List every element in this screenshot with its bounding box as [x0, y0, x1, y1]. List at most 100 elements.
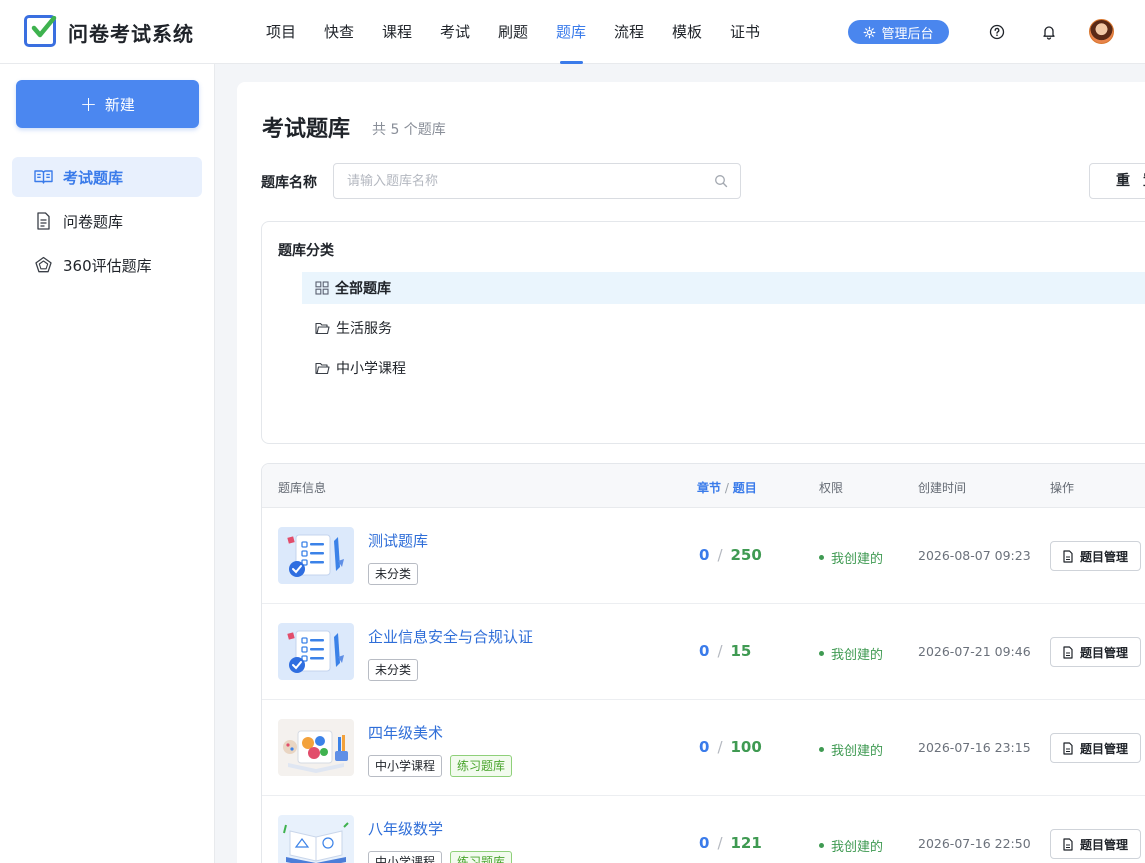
- header-action: 操作: [1050, 481, 1075, 495]
- category-panel: 题库分类 全部题库 生活服务 中小学课程: [261, 221, 1145, 444]
- nav-item[interactable]: 流程: [600, 0, 658, 64]
- reset-button[interactable]: 重 置: [1089, 163, 1145, 199]
- nav-item[interactable]: 课程: [368, 0, 426, 64]
- manage-questions-button[interactable]: 题目管理: [1050, 829, 1141, 859]
- bank-tag: 练习题库: [450, 755, 513, 777]
- category-item-life-service[interactable]: 生活服务: [302, 312, 1145, 344]
- sidebar: + 新建 考试题库 问卷题库 360评估题库: [0, 64, 215, 863]
- bank-thumbnail: [278, 815, 354, 863]
- chapter-count: 0: [699, 546, 710, 564]
- admin-console-button[interactable]: 管理后台: [848, 20, 949, 44]
- filter-label: 题库名称: [261, 175, 317, 191]
- permission-label: 我创建的: [831, 648, 884, 663]
- created-time: 2026-07-16 22:50: [918, 836, 1031, 851]
- table-row: 四年级美术中小学课程 练习题库 0 / 100 我创建的 2026-07-16 23:15 题…: [262, 700, 1145, 796]
- category-item-all[interactable]: 全部题库: [302, 272, 1145, 304]
- permission-label: 我创建的: [831, 744, 884, 759]
- bank-tag: 未分类: [368, 659, 419, 681]
- nav-item[interactable]: 模板: [658, 0, 716, 64]
- nav-item[interactable]: 考试: [426, 0, 484, 64]
- chapter-question-count: 0 / 121: [699, 834, 762, 852]
- document-icon: [1063, 549, 1073, 563]
- sidebar-item-label: 360评估题库: [63, 256, 152, 275]
- page-title: 考试题库: [262, 117, 351, 142]
- status-dot-icon: [819, 651, 824, 656]
- table-row: 测试题库 未分类 0 / 250 我创建的 2026-08-07 09:23 题目管理: [262, 508, 1145, 604]
- category-label: 生活服务: [336, 321, 392, 337]
- header-permission: 权限: [819, 481, 844, 495]
- plus-icon: +: [80, 92, 97, 116]
- bank-tag: 中小学课程: [368, 851, 443, 863]
- search-icon[interactable]: [714, 174, 728, 188]
- bank-tag: 中小学课程: [368, 755, 443, 777]
- question-count: 100: [730, 738, 762, 756]
- nav-item[interactable]: 证书: [716, 0, 774, 64]
- status-dot-icon: [819, 747, 824, 752]
- main-card: 考试题库 共 5 个题库 题库名称 重 置 题库分类 全部题库 生活服务 中小学…: [237, 82, 1145, 863]
- question-count: 15: [730, 642, 752, 660]
- manage-questions-button[interactable]: 题目管理: [1050, 733, 1141, 763]
- category-label: 中小学课程: [336, 361, 406, 377]
- bank-tags: 中小学课程 练习题库: [368, 851, 513, 863]
- header-slash: /: [724, 481, 729, 495]
- table-row: 企业信息安全与合规认证 未分类 0 / 15 我创建的 2026-07-21 09:46 题目…: [262, 604, 1145, 700]
- status-dot-icon: [819, 843, 824, 848]
- document-icon: [37, 212, 50, 230]
- permission-status: 我创建的: [819, 644, 883, 663]
- help-circle-icon[interactable]: [986, 21, 1008, 43]
- permission-status: 我创建的: [819, 836, 883, 855]
- permission-label: 我创建的: [831, 840, 884, 855]
- pentagon-icon: [35, 256, 52, 273]
- bank-thumbnail: [278, 623, 354, 680]
- bank-table: 题库信息 章节 / 题目 权限 创建时间 操作 测试题库 未分类 0 / 250 我创建的…: [261, 463, 1145, 863]
- header-chapter: 章节: [697, 481, 722, 495]
- nav-item[interactable]: 快查: [310, 0, 368, 64]
- count-separator: /: [717, 546, 723, 564]
- open-book-icon: [34, 170, 53, 184]
- sidebar-item-survey-bank[interactable]: 问卷题库: [12, 201, 202, 241]
- chapter-count: 0: [699, 738, 710, 756]
- manage-questions-button[interactable]: 题目管理: [1050, 637, 1141, 667]
- header-created: 创建时间: [918, 481, 967, 495]
- sidebar-item-360-bank[interactable]: 360评估题库: [12, 245, 202, 285]
- manage-questions-label: 题目管理: [1080, 549, 1129, 564]
- grid-icon: [315, 281, 329, 295]
- nav-item[interactable]: 题库: [542, 0, 600, 64]
- bank-name-link[interactable]: 测试题库: [368, 530, 428, 551]
- created-time: 2026-07-16 23:15: [918, 740, 1031, 755]
- nav-item[interactable]: 项目: [252, 0, 310, 64]
- chapter-count: 0: [699, 642, 710, 660]
- created-time: 2026-08-07 09:23: [918, 548, 1031, 563]
- app-brand: 问卷考试系统: [68, 22, 194, 46]
- count-separator: /: [717, 642, 723, 660]
- gear-icon: [864, 26, 876, 38]
- bank-name-link[interactable]: 企业信息安全与合规认证: [368, 626, 533, 647]
- category-item-k12[interactable]: 中小学课程: [302, 352, 1145, 384]
- count-separator: /: [717, 834, 723, 852]
- sidebar-item-exam-bank[interactable]: 考试题库: [12, 157, 202, 197]
- chapter-question-count: 0 / 250: [699, 546, 762, 564]
- chapter-count: 0: [699, 834, 710, 852]
- bank-name-link[interactable]: 四年级美术: [368, 722, 443, 743]
- avatar[interactable]: [1089, 19, 1114, 44]
- app-logo: [24, 15, 57, 47]
- admin-console-label: 管理后台: [881, 26, 934, 42]
- header-question: 题目: [732, 481, 757, 495]
- bank-count: 共 5 个题库: [372, 122, 446, 138]
- folder-icon: [315, 322, 330, 334]
- bank-name-link[interactable]: 八年级数学: [368, 818, 443, 839]
- bell-icon[interactable]: [1038, 21, 1060, 43]
- main-nav: 项目 快查 课程 考试 刷题 题库 流程 模板 证书: [252, 0, 774, 64]
- manage-questions-button[interactable]: 题目管理: [1050, 541, 1141, 571]
- sidebar-item-label: 考试题库: [63, 168, 124, 187]
- new-button-label: 新建: [104, 95, 135, 114]
- nav-item[interactable]: 刷题: [484, 0, 542, 64]
- bank-thumbnail: [278, 719, 354, 776]
- top-header: 问卷考试系统 项目 快查 课程 考试 刷题 题库 流程 模板 证书 管理后台: [0, 0, 1145, 64]
- document-icon: [1063, 741, 1073, 755]
- count-separator: /: [717, 738, 723, 756]
- permission-label: 我创建的: [831, 552, 884, 567]
- search-input[interactable]: [334, 164, 694, 198]
- new-button[interactable]: + 新建: [16, 80, 199, 128]
- manage-questions-label: 题目管理: [1080, 741, 1129, 756]
